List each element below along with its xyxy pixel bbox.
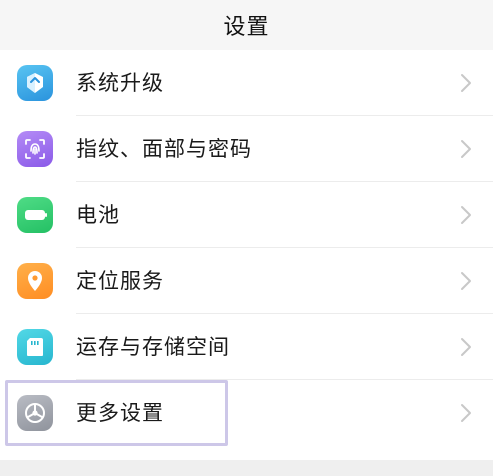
settings-item-more-settings[interactable]: 更多设置 — [0, 380, 493, 446]
settings-item-memory-storage[interactable]: 运存与存储空间 — [0, 314, 493, 380]
settings-item-label: 电池 — [76, 203, 120, 227]
location-icon — [17, 263, 53, 299]
more-settings-icon — [17, 395, 53, 431]
settings-item-location-services[interactable]: 定位服务 — [0, 248, 493, 314]
settings-item-label: 运存与存储空间 — [76, 335, 230, 359]
settings-item-label: 定位服务 — [76, 269, 164, 293]
chevron-right-icon — [459, 138, 473, 160]
battery-icon — [17, 197, 53, 233]
storage-icon — [17, 329, 53, 365]
settings-screen: 设置 系统升级 指纹、面部与密码 电池 定位服务 运存与存储空间 更多设置 — [0, 0, 493, 476]
settings-item-fingerprint-face-password[interactable]: 指纹、面部与密码 — [0, 116, 493, 182]
chevron-right-icon — [459, 72, 473, 94]
chevron-right-icon — [459, 336, 473, 358]
settings-item-system-upgrade[interactable]: 系统升级 — [0, 50, 493, 116]
fingerprint-icon — [17, 131, 53, 167]
settings-item-label: 指纹、面部与密码 — [76, 137, 252, 161]
chevron-right-icon — [459, 402, 473, 424]
settings-item-label: 系统升级 — [76, 71, 164, 95]
system-upgrade-icon — [17, 65, 53, 101]
chevron-right-icon — [459, 204, 473, 226]
chevron-right-icon — [459, 270, 473, 292]
top-bar: 设置 — [0, 0, 493, 50]
settings-item-label: 更多设置 — [76, 401, 164, 425]
settings-item-battery[interactable]: 电池 — [0, 182, 493, 248]
bottom-strip — [0, 460, 493, 476]
settings-list: 系统升级 指纹、面部与密码 电池 定位服务 运存与存储空间 更多设置 — [0, 50, 493, 460]
page-title: 设置 — [223, 15, 270, 40]
